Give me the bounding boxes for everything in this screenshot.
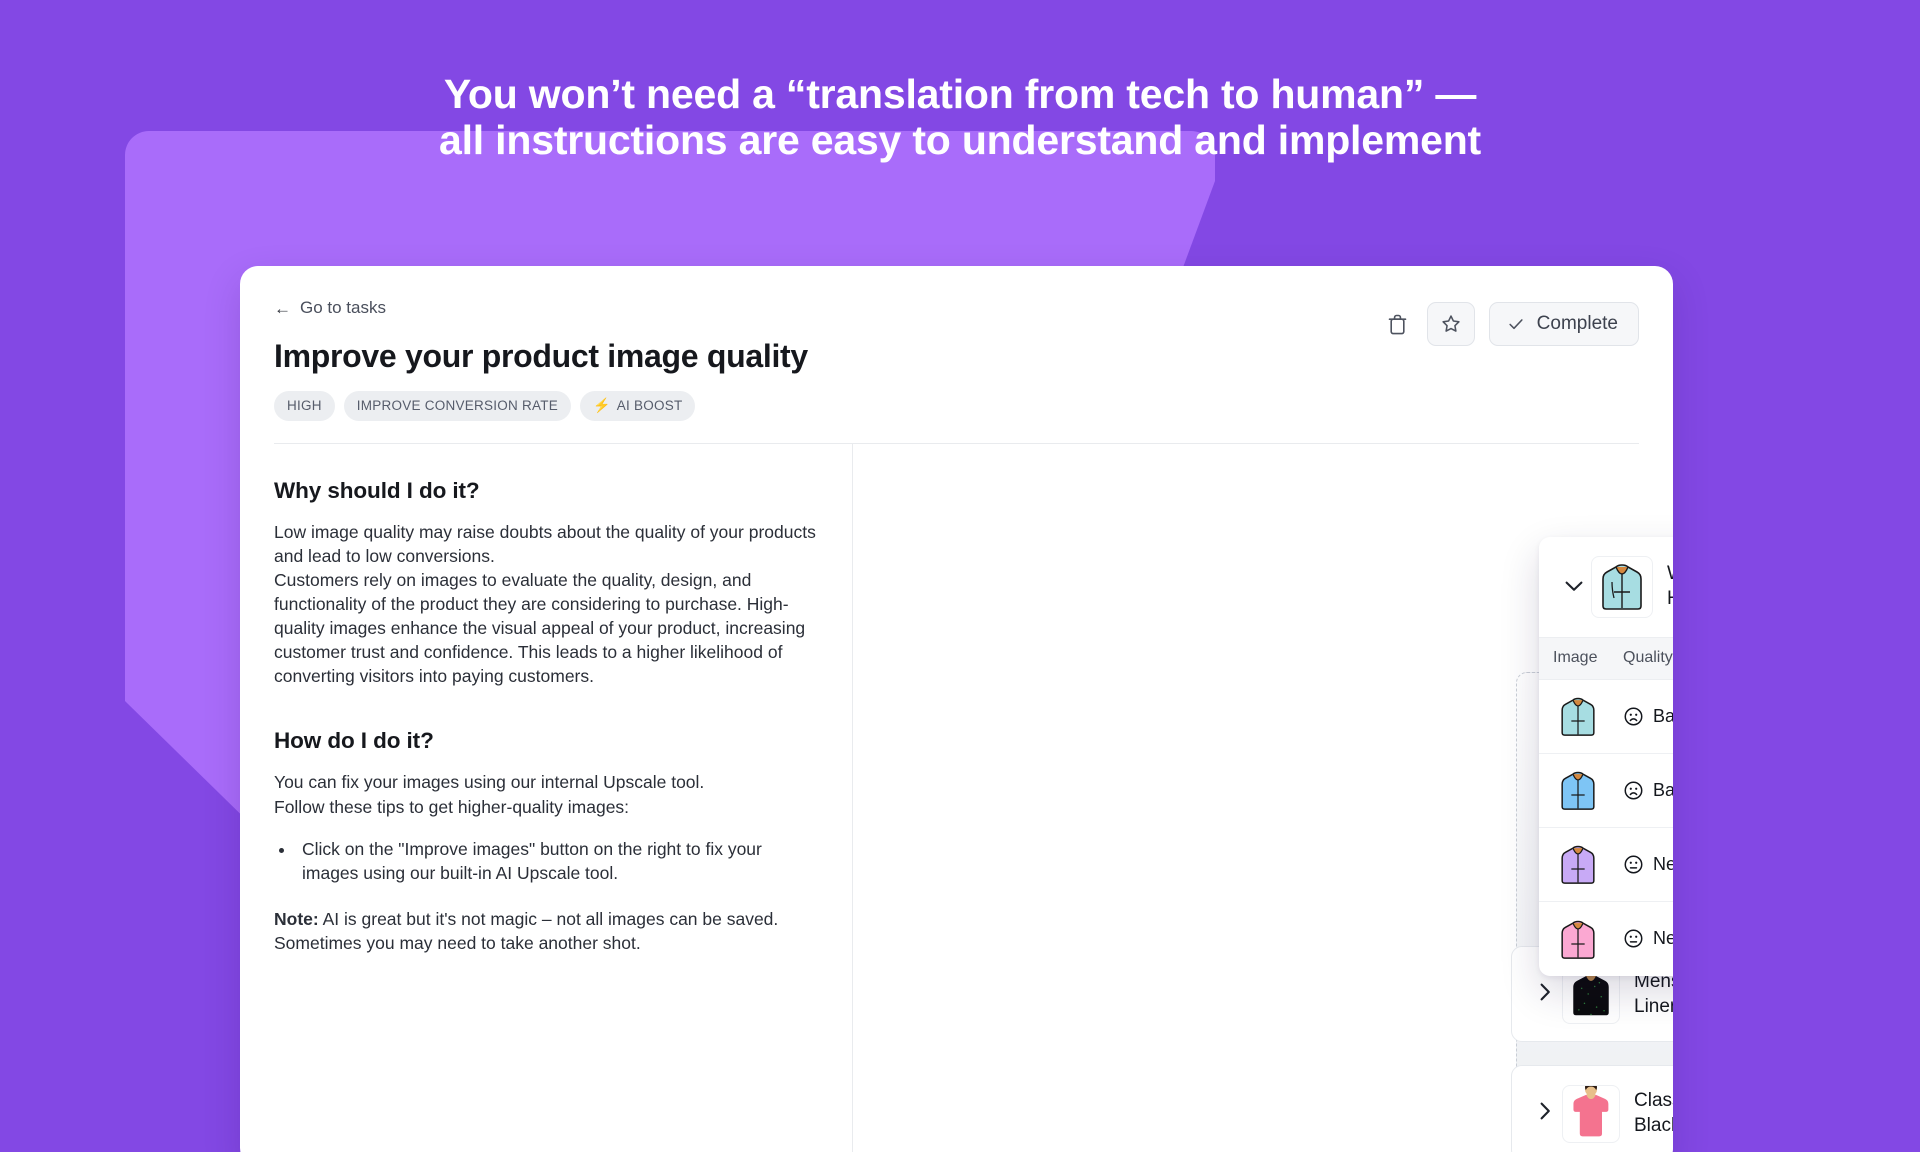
row-thumbnail xyxy=(1539,839,1623,889)
column-header-image: Image xyxy=(1553,649,1598,666)
row-quality-label: Bad xyxy=(1653,779,1673,800)
product-card-collapsed: Classic Women T-Shirt Black Movie Grid l… xyxy=(1511,1064,1673,1152)
list-item: Click on the "Improve images" button on … xyxy=(296,837,818,885)
hoodie-icon xyxy=(1561,845,1595,884)
back-to-tasks-label: Go to tasks xyxy=(300,298,386,317)
how-body: You can fix your images using our intern… xyxy=(274,772,705,817)
how-heading: How do I do it? xyxy=(274,728,434,754)
hoodie-icon xyxy=(1561,920,1595,959)
check-icon xyxy=(1509,319,1523,330)
row-quality-label: Needs improvement xyxy=(1653,853,1673,874)
chevron-right-icon[interactable] xyxy=(1528,983,1562,1006)
trash-icon xyxy=(1388,314,1407,334)
row-thumbnail xyxy=(1539,765,1623,815)
hoodie-icon xyxy=(1561,697,1595,736)
tag-chip-list: HIGH IMPROVE CONVERSION RATE ⚡ AI BOOST xyxy=(274,390,1639,421)
products-column: Womens Casual Lightweight Hoodie with Po… xyxy=(853,444,1673,1152)
row-quality: Needs improvement xyxy=(1623,928,1673,949)
row-thumbnail xyxy=(1539,691,1623,741)
row-quality-label: Needs improvement xyxy=(1653,928,1673,948)
table-header-row: Image Quality xyxy=(1539,637,1673,680)
product-title: Mens Classic Cotton Linen Black Shirt xyxy=(1634,971,1673,1017)
complete-task-label: Complete xyxy=(1536,313,1618,334)
hoodie-icon xyxy=(1602,563,1642,610)
star-icon xyxy=(1442,315,1460,332)
tips-list: Click on the "Improve images" button on … xyxy=(296,837,818,885)
complete-task-button[interactable]: Complete xyxy=(1488,302,1639,346)
frown-icon xyxy=(1624,781,1643,799)
row-quality: Needs improvement xyxy=(1623,854,1673,875)
note-label: Note: xyxy=(274,909,319,930)
header-actions: Complete xyxy=(1383,302,1639,346)
product-card-expanded: Womens Casual Lightweight Hoodie with Po… xyxy=(1539,536,1673,976)
chip-goal-label: IMPROVE CONVERSION RATE xyxy=(356,397,559,413)
card-header: ← Go to tasks Improve your product image… xyxy=(240,266,1673,444)
instructions-column: Why should I do it? Low image quality ma… xyxy=(240,443,853,1152)
back-to-tasks-link[interactable]: ← Go to tasks xyxy=(274,298,386,318)
product-thumbnail xyxy=(1562,1084,1620,1143)
chip-priority[interactable]: HIGH xyxy=(274,390,335,421)
why-heading: Why should I do it? xyxy=(274,477,480,503)
table-row[interactable]: Needs improvement xyxy=(1539,828,1673,902)
chevron-down-icon[interactable] xyxy=(1557,577,1591,597)
page-headline: You won’t need a “translation from tech … xyxy=(439,71,1481,163)
favorite-task-button[interactable] xyxy=(1426,302,1475,346)
task-detail-card: ← Go to tasks Improve your product image… xyxy=(240,266,1673,1152)
product-header-row[interactable]: Womens Casual Lightweight Hoodie with Po… xyxy=(1539,537,1673,637)
product-title: Classic Women T-Shirt Black Movie Grid l… xyxy=(1634,1090,1673,1136)
lightning-bolt-icon: ⚡ xyxy=(593,396,611,413)
frown-icon xyxy=(1624,707,1643,725)
hoodie-icon xyxy=(1561,771,1595,810)
table-row[interactable]: Needs improvement xyxy=(1539,902,1673,976)
product-header-row[interactable]: Classic Women T-Shirt Black Movie Grid l… xyxy=(1512,1066,1673,1152)
chip-priority-label: HIGH xyxy=(287,397,322,413)
row-quality-label: Bad xyxy=(1653,705,1673,726)
product-title: Womens Casual Lightweight Hoodie with Po… xyxy=(1667,562,1673,611)
arrow-left-icon: ← xyxy=(274,298,291,318)
image-quality-table: Image Quality Ba Ba Ne Ne xyxy=(1539,636,1673,976)
note-paragraph: Note: AI is great but it's not magic – n… xyxy=(274,907,818,955)
chip-ai-boost-label: AI BOOST xyxy=(616,397,683,413)
neutral-icon xyxy=(1624,855,1643,873)
row-thumbnail xyxy=(1539,914,1623,964)
table-row[interactable]: Bad xyxy=(1539,754,1673,828)
table-row[interactable]: Bad xyxy=(1539,680,1673,754)
row-quality: Bad xyxy=(1623,780,1673,801)
tshirt-icon xyxy=(1573,1085,1609,1136)
card-body: Why should I do it? Low image quality ma… xyxy=(240,443,1673,1152)
column-header-quality: Quality xyxy=(1623,649,1673,666)
chip-goal[interactable]: IMPROVE CONVERSION RATE xyxy=(343,390,572,421)
product-thumbnail xyxy=(1591,555,1653,618)
why-body: Low image quality may raise doubts about… xyxy=(274,521,816,687)
delete-task-button[interactable] xyxy=(1383,307,1413,341)
chevron-right-icon[interactable] xyxy=(1528,1102,1562,1125)
row-quality: Bad xyxy=(1623,706,1673,727)
note-body: AI is great but it's not magic – not all… xyxy=(274,909,779,954)
chip-ai-boost[interactable]: ⚡ AI BOOST xyxy=(580,390,696,421)
neutral-icon xyxy=(1624,929,1643,948)
